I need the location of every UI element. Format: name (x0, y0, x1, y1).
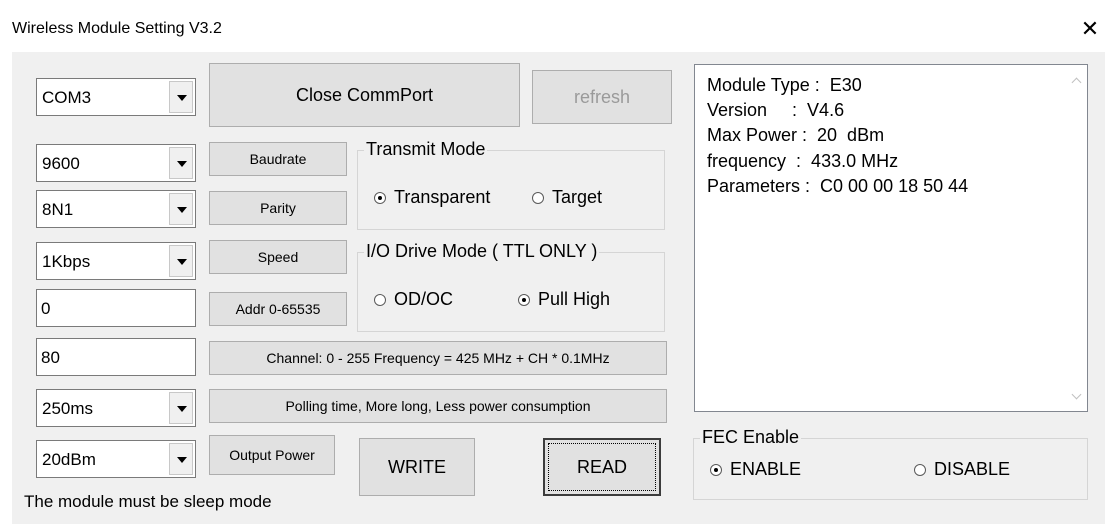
title-bar: Wireless Module Setting V3.2 ✕ (0, 0, 1105, 52)
polling-select[interactable]: 250ms (36, 389, 196, 427)
parity-value: 8N1 (42, 200, 74, 219)
scroll-down-icon[interactable] (1071, 391, 1083, 401)
chevron-down-icon[interactable] (169, 81, 193, 113)
info-frequency: frequency : 433.0 MHz (707, 151, 899, 171)
radio-target[interactable]: Target (532, 187, 602, 208)
channel-value: 80 (41, 348, 60, 367)
speed-value: 1Kbps (42, 252, 91, 271)
fec-enable-legend: FEC Enable (700, 427, 802, 448)
radio-unchecked-icon[interactable] (532, 191, 544, 204)
scroll-up-icon[interactable] (1071, 77, 1083, 87)
radio-target-label: Target (552, 187, 603, 207)
address-value: 0 (41, 299, 51, 318)
com-port-value: COM3 (42, 88, 92, 107)
io-drive-mode-group: I/O Drive Mode ( TTL ONLY ) OD/OC Pull H… (357, 241, 665, 332)
fec-enable-group: FEC Enable ENABLE DISABLE (693, 427, 1088, 500)
radio-transparent-label: Transparent (394, 187, 491, 207)
baudrate-value: 9600 (42, 154, 80, 173)
radio-unchecked-icon[interactable] (374, 293, 386, 306)
transmit-mode-legend: Transmit Mode (364, 139, 488, 160)
dialog-body: COM3 Close CommPort refresh 9600 Baudrat… (12, 52, 1105, 524)
polling-value: 250ms (42, 399, 94, 418)
radio-unchecked-icon[interactable] (914, 463, 926, 476)
io-drive-mode-legend: I/O Drive Mode ( TTL ONLY ) (364, 241, 600, 262)
close-icon[interactable]: ✕ (1078, 14, 1102, 44)
sleep-mode-note: The module must be sleep mode (24, 492, 272, 511)
radio-pull-high-label: Pull High (538, 289, 611, 309)
parity-select[interactable]: 8N1 (36, 190, 196, 228)
channel-field[interactable]: 80 (36, 338, 196, 376)
info-version: Version : V4.6 (707, 100, 845, 120)
focus-rectangle (548, 443, 656, 491)
radio-checked-icon[interactable] (374, 191, 386, 204)
address-field[interactable]: 0 (36, 289, 196, 327)
read-button[interactable]: READ (543, 438, 661, 496)
channel-button[interactable]: Channel: 0 - 255 Frequency = 425 MHz + C… (209, 341, 667, 375)
radio-odoc-label: OD/OC (394, 289, 454, 309)
refresh-button[interactable]: refresh (532, 70, 672, 124)
output-power-select[interactable]: 20dBm (36, 440, 196, 478)
radio-fec-disable-label: DISABLE (934, 459, 1011, 479)
output-power-button[interactable]: Output Power (209, 435, 335, 475)
radio-fec-enable-label: ENABLE (730, 459, 802, 479)
radio-odoc[interactable]: OD/OC (374, 289, 453, 310)
chevron-down-icon[interactable] (169, 147, 193, 179)
chevron-down-icon[interactable] (169, 392, 193, 424)
chevron-down-icon[interactable] (169, 245, 193, 277)
radio-pull-high[interactable]: Pull High (518, 289, 610, 310)
chevron-down-icon[interactable] (169, 443, 193, 475)
close-commport-button[interactable]: Close CommPort (209, 63, 520, 127)
info-max-power: Max Power : 20 dBm (707, 125, 885, 145)
info-parameters: Parameters : C0 00 00 18 50 44 (707, 176, 969, 196)
window-title: Wireless Module Setting V3.2 (12, 20, 222, 37)
polling-button[interactable]: Polling time, More long, Less power cons… (209, 389, 667, 423)
transmit-mode-group: Transmit Mode Transparent Target (357, 139, 665, 230)
module-info-box[interactable]: Module Type : E30 Version : V4.6 Max Pow… (694, 64, 1088, 412)
write-button[interactable]: WRITE (359, 438, 475, 496)
radio-fec-enable[interactable]: ENABLE (710, 459, 801, 480)
address-button[interactable]: Addr 0-65535 (209, 292, 347, 326)
radio-transparent[interactable]: Transparent (374, 187, 490, 208)
com-port-select[interactable]: COM3 (36, 78, 196, 116)
speed-select[interactable]: 1Kbps (36, 242, 196, 280)
parity-button[interactable]: Parity (209, 191, 347, 225)
output-power-value: 20dBm (42, 450, 96, 469)
chevron-down-icon[interactable] (169, 193, 193, 225)
baudrate-button[interactable]: Baudrate (209, 142, 347, 176)
speed-button[interactable]: Speed (209, 240, 347, 274)
radio-checked-icon[interactable] (518, 293, 530, 306)
radio-checked-icon[interactable] (710, 463, 722, 476)
info-module-type: Module Type : E30 (707, 75, 862, 95)
baudrate-select[interactable]: 9600 (36, 144, 196, 182)
radio-fec-disable[interactable]: DISABLE (914, 459, 1010, 480)
